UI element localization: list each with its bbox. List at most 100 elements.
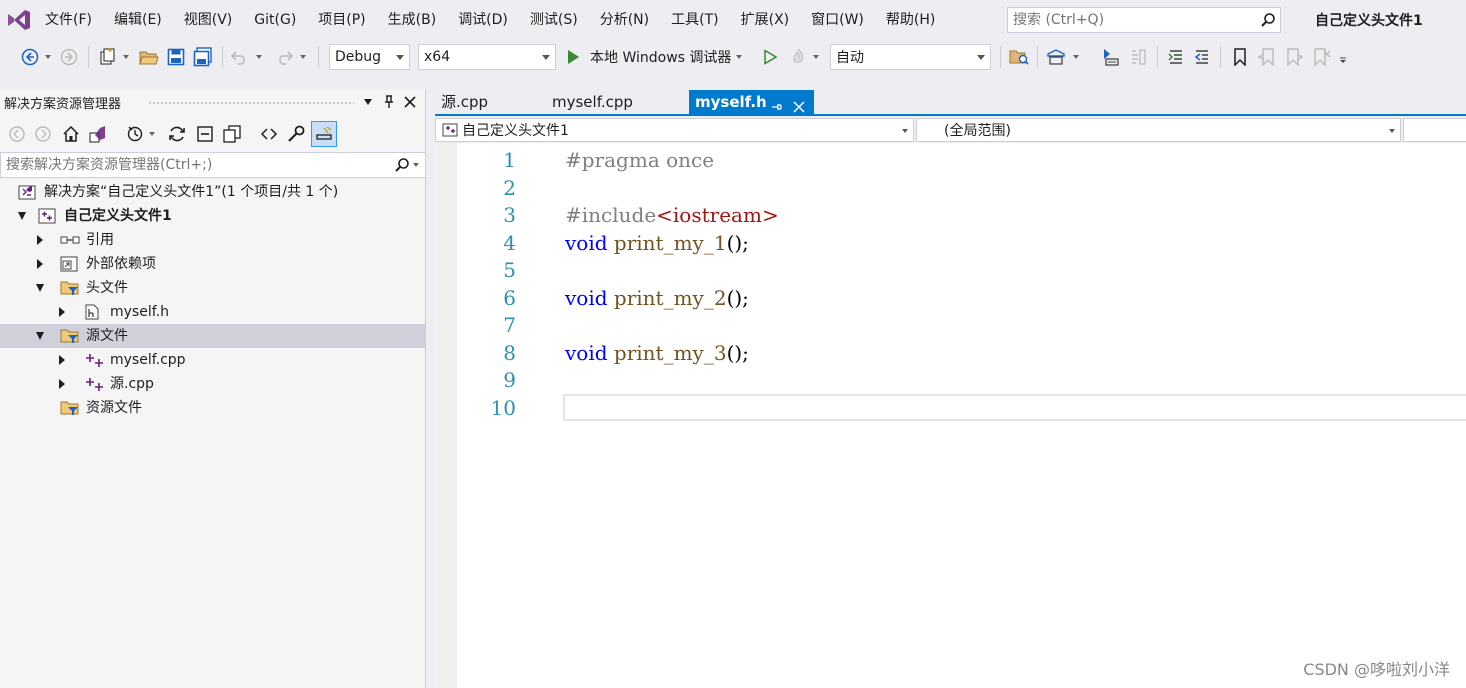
menu-item[interactable]: 扩展(X) xyxy=(730,0,801,40)
hot-reload-icon[interactable] xyxy=(786,45,810,69)
view-code-icon[interactable] xyxy=(257,122,281,146)
solution-explorer-search[interactable] xyxy=(0,152,426,178)
window-position-dropdown-icon[interactable] xyxy=(359,92,377,112)
code-editor[interactable]: 1 #pragma once 2 3 #include<iostream> 4 void p… xyxy=(435,143,1466,688)
hot-reload-dropdown-icon[interactable] xyxy=(810,45,822,69)
search-icon[interactable] xyxy=(1256,8,1280,32)
code-line[interactable]: 5 xyxy=(435,256,1466,284)
menu-item[interactable]: 调试(D) xyxy=(447,0,519,40)
bookmark-icon[interactable] xyxy=(1228,45,1252,69)
menu-item[interactable]: 帮助(H) xyxy=(875,0,946,40)
insights-dropdown-icon[interactable] xyxy=(1070,45,1082,69)
close-panel-icon[interactable] xyxy=(401,92,419,112)
properties-wrench-icon[interactable] xyxy=(284,122,308,146)
filter-dropdown-icon[interactable] xyxy=(145,122,159,146)
step-into-target-icon[interactable] xyxy=(1098,45,1122,69)
tab-myself-h[interactable]: myself.h xyxy=(689,90,814,116)
clear-bookmarks-icon[interactable] xyxy=(1309,45,1333,69)
tree-item[interactable]: 资源文件 xyxy=(0,396,425,420)
tab-myself-cpp[interactable]: myself.cpp xyxy=(546,90,689,116)
code-line[interactable]: 1 #pragma once xyxy=(435,146,1466,174)
tree-item[interactable]: 源.cpp xyxy=(0,372,425,396)
code-line[interactable]: 4 void print_my_1(); xyxy=(435,229,1466,257)
undo-dropdown-icon[interactable] xyxy=(253,45,265,69)
menu-item[interactable]: 分析(N) xyxy=(589,0,660,40)
expanded-arrow-icon[interactable] xyxy=(34,330,46,342)
collapsed-arrow-icon[interactable] xyxy=(34,258,46,270)
tree-item[interactable]: myself.cpp xyxy=(0,348,425,372)
start-without-debugging-icon[interactable] xyxy=(760,45,780,69)
chevron-down-icon[interactable] xyxy=(736,55,743,59)
open-folder-icon[interactable] xyxy=(137,45,161,69)
menu-item[interactable]: 窗口(W) xyxy=(800,0,875,40)
expanded-arrow-icon[interactable] xyxy=(34,282,46,294)
menu-item[interactable]: 工具(T) xyxy=(660,0,729,40)
switch-views-icon[interactable] xyxy=(86,122,110,146)
tree-item[interactable]: 源文件 xyxy=(0,324,425,348)
menu-item[interactable]: 编辑(E) xyxy=(103,0,173,40)
comment-lines-icon[interactable] xyxy=(1164,45,1188,69)
global-search[interactable] xyxy=(1007,7,1281,33)
code-line[interactable]: 9 xyxy=(435,366,1466,394)
find-in-files-icon[interactable] xyxy=(1007,45,1031,69)
solution-configuration-select[interactable]: Debug xyxy=(329,44,410,70)
redo-dropdown-icon[interactable] xyxy=(297,45,309,69)
collapse-all-icon[interactable] xyxy=(193,122,217,146)
home-icon[interactable] xyxy=(59,122,83,146)
navigate-back-icon[interactable] xyxy=(18,45,42,69)
collapsed-arrow-icon[interactable] xyxy=(34,234,46,246)
application-insights-icon[interactable] xyxy=(1044,45,1068,69)
code-line[interactable]: 8 void print_my_3(); xyxy=(435,339,1466,367)
undo-icon[interactable] xyxy=(228,45,252,69)
global-search-input[interactable] xyxy=(1008,8,1256,32)
menu-item[interactable]: 文件(F) xyxy=(34,0,103,40)
collapsed-arrow-icon[interactable] xyxy=(56,378,68,390)
uncomment-lines-icon[interactable] xyxy=(1190,45,1214,69)
forward-icon[interactable] xyxy=(31,122,55,146)
tree-item[interactable]: 头文件 xyxy=(0,276,425,300)
search-icon[interactable] xyxy=(391,157,413,173)
solution-platform-select[interactable]: x64 xyxy=(418,44,556,70)
save-all-icon[interactable] xyxy=(191,45,215,69)
global-scope-select[interactable]: (全局范围) xyxy=(916,118,1401,142)
menu-item[interactable]: 生成(B) xyxy=(377,0,448,40)
code-line[interactable]: 3 #include<iostream> xyxy=(435,201,1466,229)
tab-source-cpp[interactable]: 源.cpp xyxy=(435,90,545,116)
navigate-forward-icon[interactable] xyxy=(58,45,80,69)
code-line[interactable]: 7 xyxy=(435,311,1466,339)
sync-icon[interactable] xyxy=(165,122,189,146)
solution-explorer-search-input[interactable] xyxy=(1,154,391,176)
toggle-format-icon[interactable] xyxy=(1126,45,1150,69)
tree-item[interactable]: 解决方案“自己定义头文件1”(1 个项目/共 1 个) xyxy=(0,180,425,204)
expanded-arrow-icon[interactable] xyxy=(16,210,28,222)
panel-grip[interactable] xyxy=(148,101,354,105)
code-line[interactable]: 6 void print_my_2(); xyxy=(435,284,1466,312)
debug-target-select[interactable]: 自动 xyxy=(830,44,991,70)
code-line[interactable]: 10 xyxy=(435,393,1466,422)
preview-selected-items-icon[interactable] xyxy=(311,121,337,147)
menu-item[interactable]: Git(G) xyxy=(243,0,307,40)
menu-item[interactable]: 视图(V) xyxy=(173,0,244,40)
redo-icon[interactable] xyxy=(272,45,296,69)
tree-item[interactable]: 自己定义头文件1 xyxy=(0,204,425,228)
collapsed-arrow-icon[interactable] xyxy=(56,354,68,366)
previous-bookmark-icon[interactable] xyxy=(1255,45,1279,69)
show-all-files-icon[interactable] xyxy=(220,122,244,146)
start-debugging-button[interactable]: 本地 Windows 调试器 xyxy=(565,45,743,69)
back-icon[interactable] xyxy=(5,122,29,146)
tree-item[interactable]: myself.h xyxy=(0,300,425,324)
next-bookmark-icon[interactable] xyxy=(1282,45,1306,69)
tree-item[interactable]: 引用 xyxy=(0,228,425,252)
pin-icon[interactable] xyxy=(380,92,398,112)
member-scope-select[interactable] xyxy=(1403,118,1466,142)
project-scope-select[interactable]: 自己定义头文件1 xyxy=(435,118,914,142)
menu-item[interactable]: 测试(S) xyxy=(519,0,589,40)
tree-item[interactable]: 外部依赖项 xyxy=(0,252,425,276)
save-icon[interactable] xyxy=(164,45,188,69)
new-project-icon[interactable] xyxy=(96,45,120,69)
toolbar-overflow-icon[interactable] xyxy=(1336,45,1350,69)
code-line[interactable]: 2 xyxy=(435,174,1466,202)
new-project-dropdown-icon[interactable] xyxy=(120,45,132,69)
search-options-dropdown-icon[interactable] xyxy=(413,163,425,167)
menu-item[interactable]: 项目(P) xyxy=(307,0,376,40)
